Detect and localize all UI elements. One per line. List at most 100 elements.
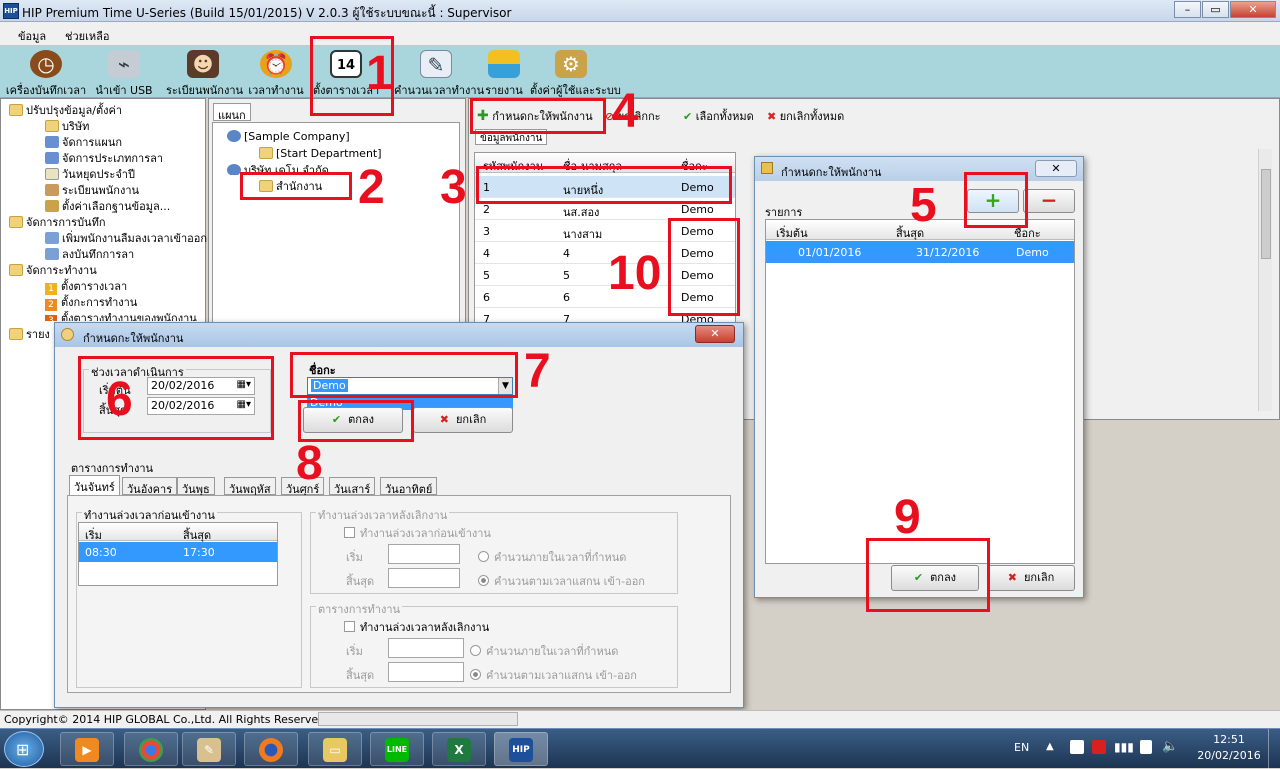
language-indicator[interactable]: EN bbox=[1014, 741, 1029, 754]
add-button[interactable]: + bbox=[967, 189, 1019, 213]
tree-item-employees[interactable]: ระเบียนพนักงาน bbox=[45, 183, 139, 199]
after-start-time-field[interactable] bbox=[388, 544, 460, 564]
work-calc-within-radio[interactable]: คำนวนภายในเวลาที่กำหนด bbox=[470, 642, 618, 660]
tree-item-leave-types[interactable]: จัดการประเภทการลา bbox=[45, 151, 163, 167]
tab-sunday[interactable]: วันอาทิตย์ bbox=[380, 477, 438, 496]
tree-item-set-shift[interactable]: 2 ตั้งกะการทำงาน bbox=[45, 295, 137, 311]
work-end-time-field[interactable] bbox=[388, 662, 464, 682]
calc-scan-radio[interactable]: คำนวนตามเวลาแสกน เข้า-ออก bbox=[478, 572, 645, 590]
table-row[interactable]: 6 6 Demo bbox=[475, 286, 735, 308]
network-icon[interactable]: ▮▮▮ bbox=[1114, 740, 1134, 754]
taskbar-app-hip-time[interactable]: HIP bbox=[494, 732, 548, 766]
clock-time[interactable]: 12:51 bbox=[1194, 733, 1264, 746]
taskbar-app-file-explorer[interactable]: ▭ bbox=[308, 732, 362, 766]
tab-department[interactable]: แผนก bbox=[213, 103, 251, 122]
tree-group-settings[interactable]: ปรับปรุงข้อมูล/ตั้งค่า bbox=[9, 103, 122, 119]
tree-item-employee-schedule[interactable]: 3 ตั้งตารางทำงานของพนักงาน bbox=[45, 311, 197, 321]
checkbox-icon bbox=[344, 527, 355, 538]
toolbar-usb-import[interactable]: ⌁ นำเข้า USB bbox=[94, 46, 154, 98]
power-icon[interactable] bbox=[1140, 740, 1152, 754]
taskbar-app-paint[interactable]: ✎ bbox=[182, 732, 236, 766]
tree-item-holidays[interactable]: วันหยุดประจำปี bbox=[45, 167, 135, 183]
ok-button[interactable]: ✔ ตกลง bbox=[303, 407, 403, 433]
antivirus-icon[interactable] bbox=[1092, 740, 1106, 754]
action-center-icon[interactable] bbox=[1070, 740, 1084, 754]
after-end-time-field[interactable] bbox=[388, 568, 460, 588]
taskbar-app-line[interactable]: LINE bbox=[370, 732, 424, 766]
tree-item-departments[interactable]: จัดการแผนก bbox=[45, 135, 122, 151]
taskbar-app-media-player[interactable]: ▶ bbox=[60, 732, 114, 766]
toolbar-time-recorder[interactable]: ◷ เครื่องบันทึกเวลา bbox=[4, 46, 88, 98]
toolbar-work-time[interactable]: ⏰ เวลาทำงาน bbox=[248, 46, 304, 98]
table-row[interactable]: 4 4 Demo bbox=[475, 242, 735, 264]
minimize-button[interactable]: – bbox=[1174, 1, 1201, 18]
column-full-name[interactable]: ชื่อ-นามสกุล bbox=[563, 157, 622, 175]
tab-employee-data[interactable]: ข้อมูลพนักงาน bbox=[475, 129, 548, 145]
before-work-checkbox[interactable]: ทำงานล่วงเวลาก่อนเข้างาน bbox=[344, 524, 491, 542]
tab-thursday[interactable]: วันพฤหัส bbox=[224, 477, 276, 496]
volume-icon[interactable]: 🔈 bbox=[1162, 739, 1178, 754]
menu-data[interactable]: ข้อมูล bbox=[18, 27, 46, 45]
work-calc-scan-radio[interactable]: คำนวนตามเวลาแสกน เข้า-ออก bbox=[470, 666, 637, 684]
close-window-button[interactable]: ✕ bbox=[1230, 1, 1276, 18]
table-row[interactable]: 5 5 Demo bbox=[475, 264, 735, 286]
tree-item-forgot-clock[interactable]: เพิ่มพนักงานลืมลงเวลาเข้าออก bbox=[45, 231, 207, 247]
assign-shift-action[interactable]: ✚ กำหนดกะให้พนักงาน bbox=[477, 107, 593, 125]
tab-tuesday[interactable]: วันอังคาร bbox=[122, 477, 178, 496]
maximize-button[interactable]: ▭ bbox=[1202, 1, 1229, 18]
toolbar-report[interactable]: รายงาน bbox=[484, 46, 524, 98]
toolbar-employee-records[interactable]: ☻ ระเบียนพนักงาน bbox=[166, 46, 243, 98]
tree-node-office[interactable]: สำนักงาน bbox=[259, 179, 322, 195]
tree-group-records[interactable]: จัดการการบันทึก bbox=[9, 215, 106, 231]
select-all-action[interactable]: ✔ เลือกทั้งหมด bbox=[683, 107, 754, 125]
tab-saturday[interactable]: วันเสาร์ bbox=[329, 477, 376, 496]
work-start-time-field[interactable] bbox=[388, 638, 464, 658]
after-work-checkbox[interactable]: ทำงานล่วงเวลาหลังเลิกงาน bbox=[344, 618, 489, 636]
column-start[interactable]: เริ่มต้น bbox=[776, 224, 808, 242]
show-desktop-button[interactable] bbox=[1268, 729, 1280, 769]
remove-button[interactable]: − bbox=[1023, 189, 1075, 213]
table-row[interactable]: 01/01/2016 31/12/2016 Demo bbox=[766, 241, 1074, 263]
chevron-down-icon[interactable]: ▼ bbox=[498, 378, 512, 394]
tree-node-demo-company[interactable]: บริษัท เดโม จำกัด bbox=[227, 163, 329, 175]
taskbar-app-chrome[interactable] bbox=[124, 732, 178, 766]
table-row[interactable]: 3 นางสาม Demo bbox=[475, 220, 735, 242]
toolbar-user-system-settings[interactable]: ⚙ ตั้งค่าผู้ใช้และระบบ bbox=[530, 46, 621, 98]
taskbar-app-excel[interactable]: X bbox=[432, 732, 486, 766]
toolbar-calculate-work-time[interactable]: ✎ คำนวนเวลาทำงาน bbox=[394, 46, 484, 98]
column-employee-id[interactable]: รหัสพนักงาน bbox=[483, 157, 543, 175]
shift-name-select[interactable]: Demo ▼ bbox=[307, 377, 513, 395]
start-date-picker[interactable]: 20/02/2016 ▦▾ bbox=[147, 377, 255, 395]
table-row[interactable]: 2 นส.สอง Demo bbox=[475, 198, 735, 220]
ok-button[interactable]: ✔ ตกลง bbox=[891, 565, 979, 591]
close-icon[interactable]: ✕ bbox=[1035, 160, 1077, 177]
tree-node-sample-company[interactable]: [Sample Company] bbox=[227, 129, 350, 145]
tree-group-reports[interactable]: รายงาน bbox=[9, 327, 49, 343]
column-shift-name[interactable]: ชื่อกะ bbox=[681, 157, 708, 175]
cancel-button[interactable]: ✖ ยกเลิก bbox=[413, 407, 513, 433]
table-row[interactable]: 1 นายหนึ่ง Demo bbox=[475, 176, 735, 198]
start-button[interactable]: ⊞ bbox=[4, 731, 44, 767]
tree-item-record-leave[interactable]: ลงบันทึกการลา bbox=[45, 247, 134, 263]
close-icon[interactable]: ✕ bbox=[695, 325, 735, 343]
radio-selected-icon bbox=[478, 575, 489, 586]
scrollbar-thumb[interactable] bbox=[1261, 169, 1271, 259]
tree-item-database[interactable]: ตั้งค่าเลือกฐานข้อมูล... bbox=[45, 199, 170, 215]
table-row[interactable]: 08:30 17:30 bbox=[79, 542, 277, 562]
tree-item-set-schedule[interactable]: 1 ตั้งตารางเวลา bbox=[45, 279, 127, 295]
menu-help[interactable]: ช่วยเหลือ bbox=[65, 27, 109, 45]
deselect-all-action[interactable]: ✖ ยกเลิกทั้งหมด bbox=[767, 107, 844, 125]
vertical-scrollbar[interactable] bbox=[1258, 149, 1272, 411]
taskbar-app-firefox[interactable] bbox=[244, 732, 298, 766]
clock-date[interactable]: 20/02/2016 bbox=[1194, 749, 1264, 762]
calc-within-radio[interactable]: คำนวนภายในเวลาที่กำหนด bbox=[478, 548, 626, 566]
end-date-picker[interactable]: 20/02/2016 ▦▾ bbox=[147, 397, 255, 415]
tab-monday[interactable]: วันจันทร์ bbox=[69, 475, 120, 495]
tree-node-start-department[interactable]: [Start Department] bbox=[259, 146, 382, 162]
tab-wednesday[interactable]: วันพุธ bbox=[177, 477, 215, 496]
tree-item-company[interactable]: บริษัท bbox=[45, 119, 89, 135]
cancel-button[interactable]: ✖ ยกเลิก bbox=[987, 565, 1075, 591]
tree-group-work[interactable]: จัดการะทำงาน bbox=[9, 263, 97, 279]
show-hidden-icons-icon[interactable]: ▲ bbox=[1046, 741, 1054, 752]
column-shift[interactable]: ชื่อกะ bbox=[1014, 224, 1041, 242]
